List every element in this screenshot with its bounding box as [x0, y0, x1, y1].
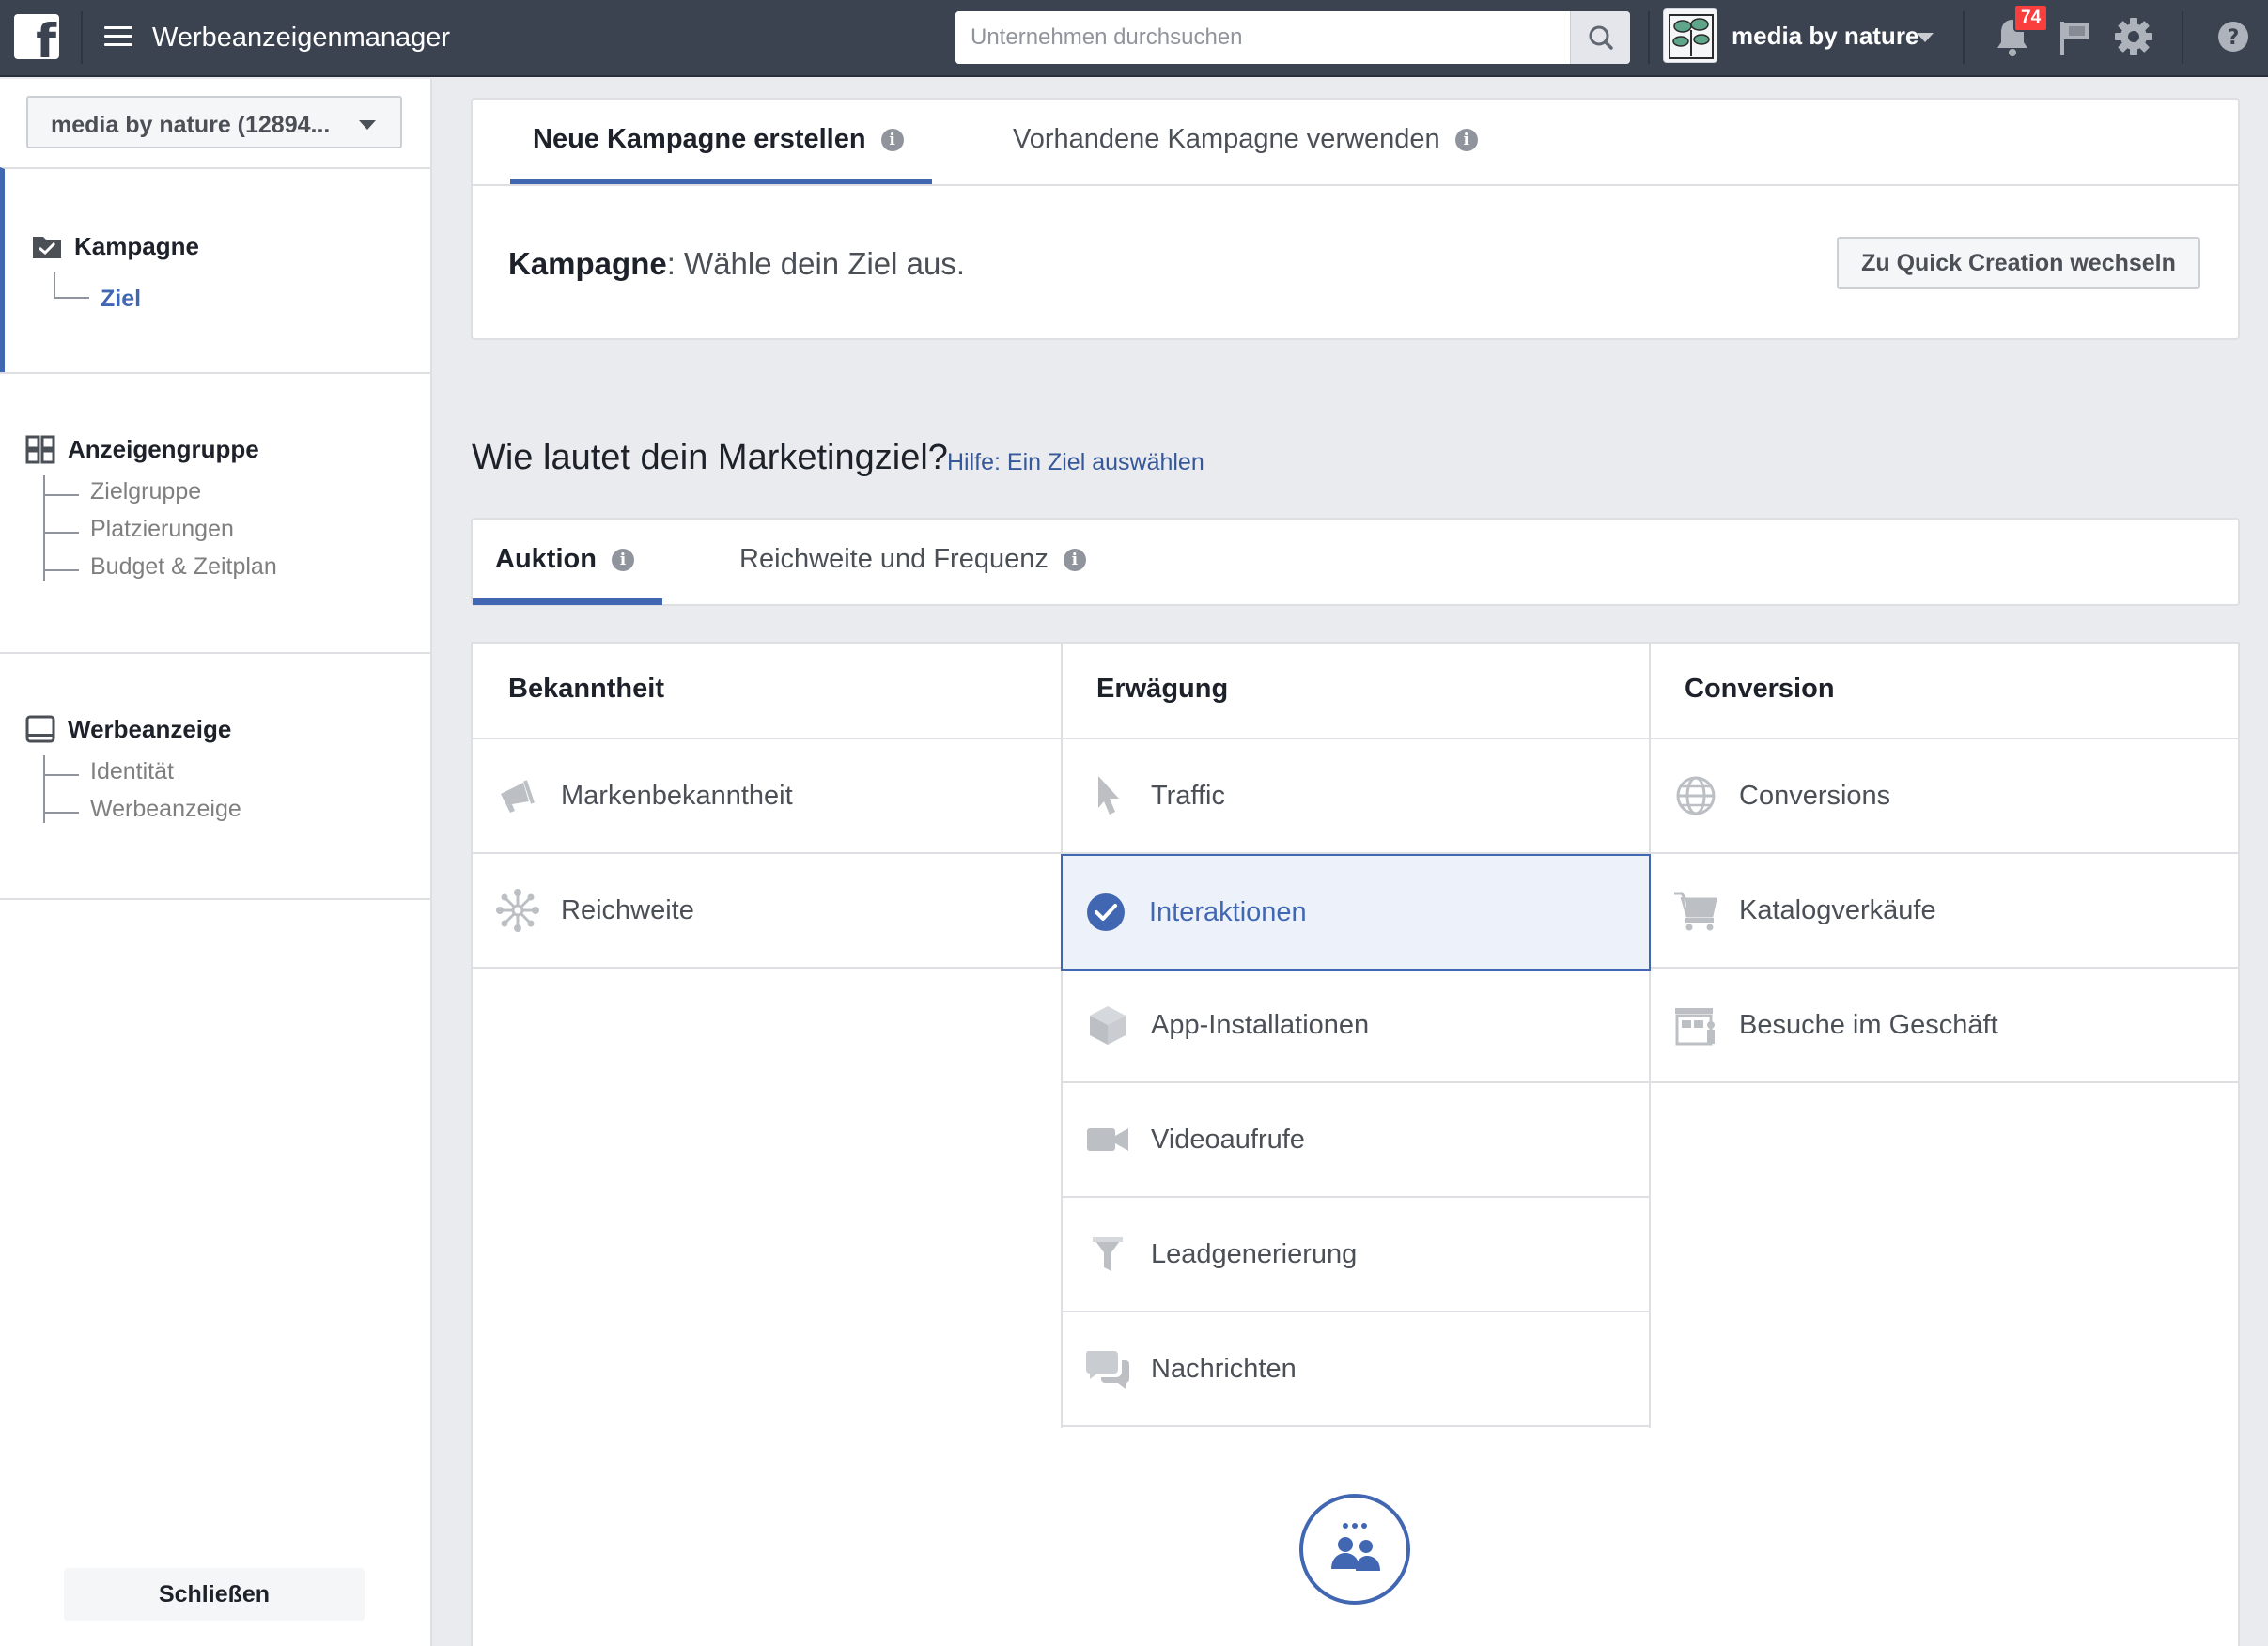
objective-interaktionen[interactable]: Interaktionen: [1061, 854, 1651, 971]
objective-besuche-im-geschaeft[interactable]: Besuche im Geschäft: [1651, 969, 2240, 1083]
divider: [473, 184, 2238, 186]
sidebar-section-kampagne: Kampagne Ziel: [0, 167, 432, 372]
reach-icon: [496, 889, 539, 932]
tree-connector: [43, 774, 79, 776]
sidebar-item-budget-zeitplan[interactable]: Budget & Zeitplan: [90, 553, 277, 581]
ad-account-select[interactable]: media by nature (12894...: [26, 96, 402, 148]
facebook-logo-icon[interactable]: f: [14, 14, 59, 59]
divider: [0, 898, 432, 900]
section-question: Wie lautet dein Marketingziel?: [472, 438, 948, 477]
objective-nachrichten[interactable]: Nachrichten: [1063, 1312, 1649, 1427]
sidebar-item-zielgruppe[interactable]: Zielgruppe: [90, 478, 201, 505]
chevron-down-icon[interactable]: [1917, 33, 1934, 42]
store-icon: [1675, 1008, 1715, 1046]
search-icon: [1589, 25, 1613, 50]
people-group-icon: [1331, 1523, 1380, 1571]
quick-creation-button[interactable]: Zu Quick Creation wechseln: [1837, 237, 2200, 289]
tree-connector: [43, 569, 79, 571]
tree-connector: [54, 272, 89, 299]
close-button[interactable]: Schließen: [64, 1568, 365, 1621]
flag-icon[interactable]: [2058, 19, 2091, 56]
info-icon[interactable]: i: [1454, 128, 1478, 151]
objective-traffic[interactable]: Traffic: [1063, 739, 1649, 854]
sidebar-section-werbeanzeige: Werbeanzeige Identität Werbeanzeige: [0, 652, 432, 898]
objective-markenbekanntheit[interactable]: Markenbekanntheit: [473, 739, 1061, 854]
search-input[interactable]: [955, 11, 1538, 64]
tab-reichweite-frequenz[interactable]: Reichweite und Frequenz i: [739, 544, 1086, 575]
sidebar-item-platzierungen[interactable]: Platzierungen: [90, 516, 234, 543]
tree-connector: [43, 812, 79, 814]
cart-icon: [1674, 892, 1717, 931]
tree-connector: [43, 475, 45, 581]
sidebar-heading-anzeigengruppe[interactable]: Anzeigengruppe: [24, 434, 259, 464]
sidebar-item-identitaet[interactable]: Identität: [90, 758, 174, 785]
ad-preview-icon: [25, 715, 55, 743]
menu-icon[interactable]: [104, 26, 132, 47]
gear-icon[interactable]: [2114, 17, 2153, 56]
sidebar-heading-kampagne[interactable]: Kampagne: [31, 231, 199, 261]
engagement-icon: [1299, 1494, 1410, 1605]
objective-reichweite[interactable]: Reichweite: [473, 854, 1061, 969]
video-camera-icon: [1087, 1128, 1128, 1151]
business-search: [955, 11, 1630, 64]
sidebar: media by nature (12894... Kampagne Ziel …: [0, 79, 432, 1646]
divider: [1649, 1081, 1651, 1428]
chevron-down-icon: [359, 120, 376, 130]
app-title[interactable]: Werbeanzeigenmanager: [152, 23, 450, 54]
help-icon[interactable]: ?: [2217, 21, 2249, 53]
column-header-erwaegung: Erwägung: [1061, 644, 1649, 739]
folder-check-icon: [33, 237, 61, 258]
info-icon[interactable]: i: [611, 548, 634, 571]
objective-conversions[interactable]: Conversions: [1651, 739, 2240, 854]
help-link[interactable]: Hilfe: Ein Ziel auswählen: [947, 449, 1204, 476]
sidebar-item-ziel[interactable]: Ziel: [101, 286, 141, 313]
tree-connector: [43, 532, 79, 534]
cursor-icon: [1098, 776, 1119, 815]
objective-katalogverkaeufe[interactable]: Katalogverkäufe: [1651, 854, 2240, 969]
active-tab-indicator: [473, 598, 662, 605]
chat-bubbles-icon: [1085, 1351, 1129, 1389]
account-logo[interactable]: [1663, 8, 1717, 63]
check-circle-icon: [1087, 893, 1125, 931]
objective-leadgenerierung[interactable]: Leadgenerierung: [1063, 1198, 1649, 1312]
tab-auktion[interactable]: Auktion i: [495, 544, 634, 575]
svg-text:?: ?: [2228, 26, 2240, 50]
tab-vorhandene-kampagne[interactable]: Vorhandene Kampagne verwenden i: [1013, 124, 1478, 155]
column-header-bekanntheit: Bekanntheit: [473, 644, 1061, 739]
notification-badge: 74: [2013, 4, 2049, 32]
campaign-panel: Neue Kampagne erstellen i Vorhandene Kamp…: [471, 98, 2240, 340]
column-header-conversion: Conversion: [1649, 644, 2240, 739]
campaign-heading: Kampagne: Wähle dein Ziel aus.: [508, 246, 966, 281]
grid-icon: [25, 435, 55, 464]
info-icon[interactable]: i: [880, 128, 904, 151]
objective-app-installationen[interactable]: App-Installationen: [1063, 969, 1649, 1083]
box-icon: [1090, 1006, 1126, 1045]
divider: [1648, 11, 1650, 64]
tree-connector: [43, 475, 77, 511]
globe-icon: [1676, 776, 1716, 815]
plant-logo-icon: [1669, 14, 1714, 59]
info-icon[interactable]: i: [1063, 548, 1086, 571]
megaphone-icon: [501, 780, 535, 813]
divider: [1963, 11, 1965, 64]
search-button[interactable]: [1570, 11, 1630, 64]
account-switcher[interactable]: media by nature: [1732, 22, 1918, 51]
tab-neue-kampagne[interactable]: Neue Kampagne erstellen i: [533, 124, 904, 155]
divider: [81, 11, 83, 64]
tree-connector: [43, 494, 79, 496]
ad-account-label: media by nature (12894...: [51, 112, 331, 138]
objective-videoaufrufe[interactable]: Videoaufrufe: [1063, 1083, 1649, 1198]
sidebar-item-werbeanzeige[interactable]: Werbeanzeige: [90, 796, 241, 823]
divider: [2182, 11, 2183, 64]
sidebar-section-anzeigengruppe: Anzeigengruppe Zielgruppe Platzierungen …: [0, 372, 432, 652]
buying-type-tabs: Auktion i Reichweite und Frequenz i: [471, 518, 2240, 606]
funnel-icon: [1093, 1237, 1123, 1271]
sidebar-heading-werbeanzeige[interactable]: Werbeanzeige: [24, 714, 231, 744]
top-navigation-bar: f Werbeanzeigenmanager media by nature 7…: [0, 0, 2268, 77]
